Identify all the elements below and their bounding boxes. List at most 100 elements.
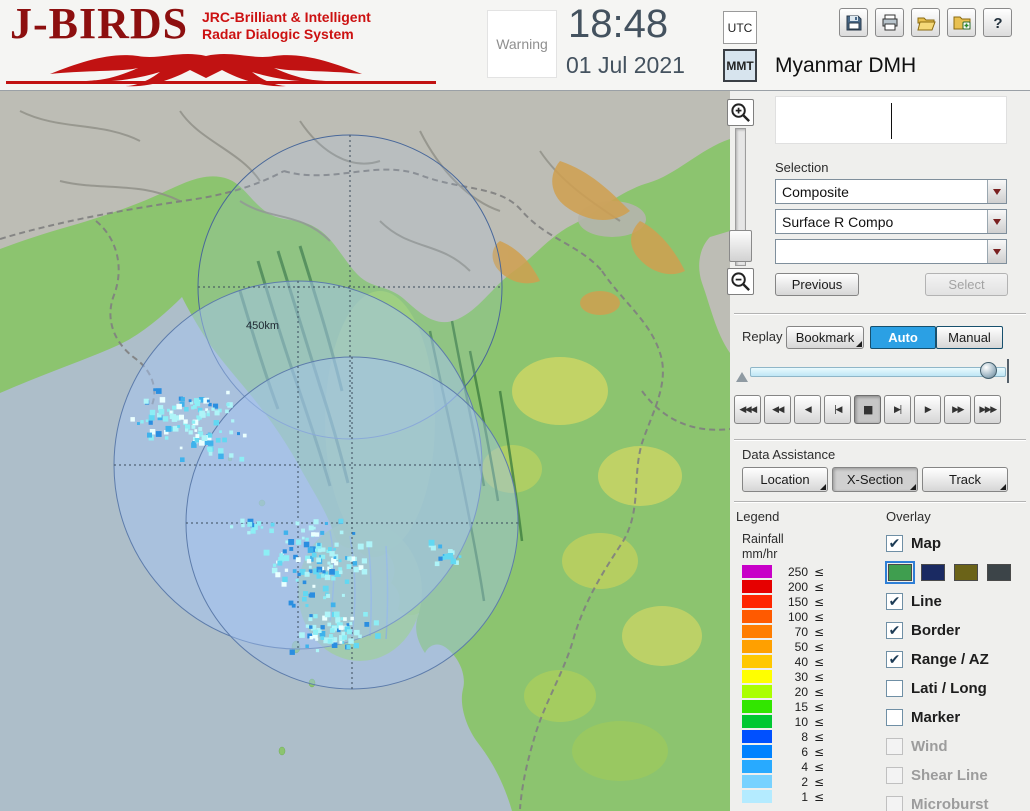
radar-map-area[interactable]: 450km [0, 91, 730, 811]
legend-color-swatch [742, 625, 772, 638]
dropdown-2[interactable] [775, 239, 1007, 264]
checkbox-border[interactable]: ✔ [886, 622, 903, 639]
dropdown-1[interactable]: Surface R Compo [775, 209, 1007, 234]
print-button[interactable] [875, 8, 904, 37]
map-style-swatch-0[interactable] [888, 564, 912, 581]
legend-section-label: Legend [736, 509, 779, 524]
checkbox-map[interactable]: ✔ [886, 535, 903, 552]
selection-section-label: Selection [775, 160, 828, 175]
legend-color-swatch [742, 670, 772, 683]
legend-color-swatch [742, 655, 772, 668]
checkbox-line[interactable]: ✔ [886, 593, 903, 610]
overlay-item-range-az: ✔ Range / AZ [886, 645, 1030, 674]
timezone-utc-button[interactable]: UTC [723, 11, 757, 44]
selection-dropdowns: Composite Surface R Compo [775, 179, 1007, 269]
dropdown-arrow-button[interactable] [987, 210, 1006, 233]
corner-triangle-icon [820, 484, 826, 490]
playback-button-7[interactable]: ▶▶ [944, 395, 971, 424]
select-button[interactable]: Select [925, 273, 1008, 296]
replay-timeline-track[interactable] [750, 367, 1006, 377]
checkbox-range-az[interactable]: ✔ [886, 651, 903, 668]
playback-button-4[interactable]: ■ [854, 395, 881, 424]
legend-row: 4≤ [742, 759, 824, 774]
legend-row: 6≤ [742, 744, 824, 759]
playback-button-0[interactable]: ◀◀◀ [734, 395, 761, 424]
save-icon [844, 13, 864, 33]
checkbox-marker[interactable] [886, 709, 903, 726]
overlay-label-text: Marker [911, 709, 960, 726]
previous-button[interactable]: Previous [775, 273, 859, 296]
dropdown-0[interactable]: Composite [775, 179, 1007, 204]
assist-button-x-section[interactable]: X-Section [832, 467, 918, 492]
auto-mode-button[interactable]: Auto [870, 326, 936, 349]
less-equal-symbol: ≤ [814, 745, 824, 759]
control-panel: Selection Composite Surface R Compo Previ… [730, 91, 1030, 811]
less-equal-symbol: ≤ [814, 610, 824, 624]
less-equal-symbol: ≤ [814, 580, 824, 594]
app-logo-subtitle: JRC-Brilliant & Intelligent Radar Dialog… [202, 9, 371, 43]
topographic-radar-map[interactable]: 450km [0, 91, 730, 811]
chevron-down-icon [993, 249, 1001, 255]
help-button[interactable]: ? [983, 8, 1012, 37]
legend-value: 6 [780, 745, 808, 759]
legend-color-swatch [742, 685, 772, 698]
overlay-list: ✔Map✔Line✔Border✔Range / AZLati / LongMa… [886, 529, 1030, 811]
legend-row: 40≤ [742, 654, 824, 669]
corner-triangle-icon [1000, 484, 1006, 490]
zoom-slider-thumb[interactable] [729, 230, 752, 262]
assist-button-track[interactable]: Track [922, 467, 1008, 492]
legend-rows: 250≤200≤150≤100≤70≤50≤40≤30≤20≤15≤10≤8≤6… [742, 564, 824, 804]
legend-value: 70 [780, 625, 808, 639]
save-button[interactable] [839, 8, 868, 37]
legend-value: 8 [780, 730, 808, 744]
overlay-label-text: Microburst [911, 796, 989, 811]
playback-button-5[interactable]: ▶| [884, 395, 911, 424]
legend-value: 100 [780, 610, 808, 624]
legend-row: 8≤ [742, 729, 824, 744]
dropdown-arrow-button[interactable] [987, 180, 1006, 203]
replay-start-marker-icon [736, 372, 748, 382]
playback-button-8[interactable]: ▶▶▶ [974, 395, 1001, 424]
open-folder-button[interactable] [911, 8, 940, 37]
less-equal-symbol: ≤ [814, 760, 824, 774]
less-equal-symbol: ≤ [814, 640, 824, 654]
playback-controls: ◀◀◀◀◀◀|◀■▶|▶▶▶▶▶▶ [734, 395, 1001, 424]
map-style-swatch-3[interactable] [987, 564, 1011, 581]
assist-button-location[interactable]: Location [742, 467, 828, 492]
zoom-out-button[interactable] [727, 268, 754, 295]
checkbox-microburst [886, 796, 903, 811]
less-equal-symbol: ≤ [814, 595, 824, 609]
legend-color-swatch [742, 610, 772, 623]
warning-status-box: Warning [487, 10, 557, 78]
overlay-label-text: Lati / Long [911, 680, 987, 697]
legend-value: 30 [780, 670, 808, 684]
manual-mode-button[interactable]: Manual [936, 326, 1003, 349]
map-style-swatches [886, 558, 1030, 587]
overlay-label-text: Wind [911, 738, 948, 755]
check-icon: ✔ [889, 653, 901, 667]
overlay-label-text: Range / AZ [911, 651, 989, 668]
timezone-mmt-button[interactable]: MMT [723, 49, 757, 82]
export-button[interactable] [947, 8, 976, 37]
overlay-item-shear-line: Shear Line [886, 761, 1030, 790]
legend-row: 20≤ [742, 684, 824, 699]
legend-unit-line2: mm/hr [742, 547, 777, 561]
playback-button-1[interactable]: ◀◀ [764, 395, 791, 424]
playback-button-3[interactable]: |◀ [824, 395, 851, 424]
replay-timeline-thumb[interactable] [980, 362, 997, 379]
divider [734, 313, 1026, 315]
overlay-label-text: Shear Line [911, 767, 988, 784]
playback-button-2[interactable]: ◀ [794, 395, 821, 424]
legend-row: 150≤ [742, 594, 824, 609]
clock-date: 01 Jul 2021 [566, 52, 685, 79]
corner-triangle-icon [910, 484, 916, 490]
playback-button-6[interactable]: ▶ [914, 395, 941, 424]
zoom-in-button[interactable] [727, 99, 754, 126]
checkbox-lati-long[interactable] [886, 680, 903, 697]
legend-color-swatch [742, 715, 772, 728]
bookmark-button[interactable]: Bookmark [786, 326, 864, 349]
station-name-box[interactable] [775, 96, 1007, 144]
map-style-swatch-2[interactable] [954, 564, 978, 581]
dropdown-arrow-button[interactable] [987, 240, 1006, 263]
map-style-swatch-1[interactable] [921, 564, 945, 581]
